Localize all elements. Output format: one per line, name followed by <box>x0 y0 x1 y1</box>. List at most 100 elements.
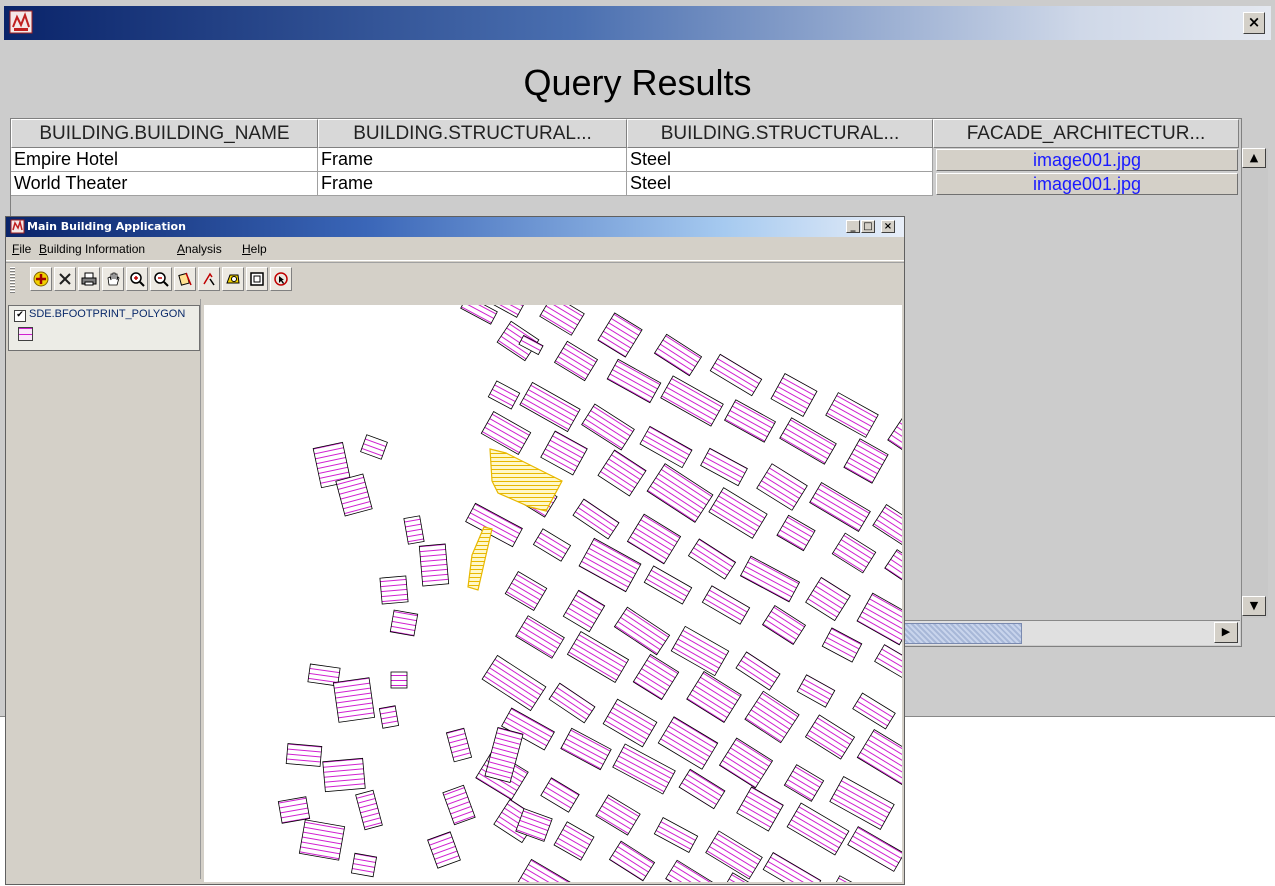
menu-help[interactable]: Help <box>242 241 267 257</box>
building-footprint[interactable] <box>686 671 742 723</box>
building-footprint[interactable] <box>665 859 715 882</box>
add-layer-button[interactable] <box>30 267 52 291</box>
building-footprint[interactable] <box>553 821 595 861</box>
building-footprint[interactable] <box>460 305 498 325</box>
query-results-title-bar[interactable]: × <box>4 6 1271 40</box>
building-footprint[interactable] <box>562 589 606 633</box>
building-footprint[interactable] <box>612 743 676 795</box>
building-footprint[interactable] <box>687 538 737 580</box>
building-footprint[interactable] <box>335 473 373 517</box>
print-button[interactable] <box>78 267 100 291</box>
column-header-structural-2[interactable]: BUILDING.STRUCTURAL... <box>627 119 933 148</box>
building-footprint[interactable] <box>445 727 473 763</box>
close-button[interactable]: × <box>881 220 895 233</box>
building-footprint[interactable] <box>572 498 620 540</box>
building-footprint[interactable] <box>481 654 547 712</box>
full-extent-button[interactable] <box>246 267 268 291</box>
map-view[interactable] <box>204 305 902 882</box>
facade-image-link[interactable]: image001.jpg <box>936 173 1238 195</box>
building-footprint[interactable] <box>809 482 871 532</box>
table-cell-name[interactable]: World Theater <box>11 172 318 196</box>
building-footprint[interactable] <box>597 449 647 497</box>
building-footprint[interactable] <box>653 817 699 853</box>
column-header-structural-1[interactable]: BUILDING.STRUCTURAL... <box>318 119 627 148</box>
building-footprint[interactable] <box>887 411 902 459</box>
building-footprint[interactable] <box>355 789 383 831</box>
building-footprint[interactable] <box>700 447 748 487</box>
building-footprint[interactable] <box>540 430 588 476</box>
building-footprint[interactable] <box>657 716 719 770</box>
building-footprint[interactable] <box>762 851 822 882</box>
building-footprint[interactable] <box>736 786 784 832</box>
building-footprint[interactable] <box>821 627 863 663</box>
building-footprint[interactable] <box>597 312 643 358</box>
building-footprint[interactable] <box>360 434 388 460</box>
building-footprint[interactable] <box>723 399 777 443</box>
building-footprint[interactable] <box>872 503 902 551</box>
building-footprint[interactable] <box>805 576 851 622</box>
building-footprint[interactable] <box>595 794 641 836</box>
building-footprint[interactable] <box>548 682 596 724</box>
building-footprint[interactable] <box>884 549 902 597</box>
column-header-building-name[interactable]: BUILDING.BUILDING_NAME <box>11 119 318 148</box>
select-button[interactable] <box>198 267 220 291</box>
selected-building-footprint[interactable] <box>467 526 493 591</box>
scroll-up-button[interactable]: ▲ <box>1242 148 1266 168</box>
building-footprint[interactable] <box>852 692 896 730</box>
close-button[interactable]: × <box>1243 12 1265 34</box>
maximize-button[interactable]: □ <box>861 220 875 233</box>
building-footprint[interactable] <box>560 727 612 771</box>
building-footprint[interactable] <box>770 373 818 417</box>
building-footprint[interactable] <box>639 425 693 469</box>
building-footprint[interactable] <box>783 764 825 802</box>
building-footprint[interactable] <box>705 830 763 880</box>
building-footprint[interactable] <box>847 826 902 872</box>
building-footprint[interactable] <box>532 528 572 562</box>
building-footprint[interactable] <box>350 852 378 878</box>
building-footprint[interactable] <box>646 463 714 523</box>
building-footprint[interactable] <box>856 728 902 786</box>
building-footprint[interactable] <box>277 796 311 824</box>
table-cell-structural-2[interactable]: Steel <box>627 148 933 172</box>
building-footprint[interactable] <box>515 615 565 659</box>
building-footprint[interactable] <box>796 674 836 708</box>
building-footprint[interactable] <box>504 571 548 611</box>
table-cell-structural-1[interactable]: Frame <box>318 148 627 172</box>
pan-button[interactable] <box>102 267 124 291</box>
building-footprint[interactable] <box>566 630 630 684</box>
building-footprint[interactable] <box>843 438 889 484</box>
building-footprint[interactable] <box>540 777 580 813</box>
building-footprint[interactable] <box>632 653 680 701</box>
delete-button[interactable] <box>54 267 76 291</box>
zoom-in-button[interactable] <box>126 267 148 291</box>
building-footprint[interactable] <box>403 515 425 545</box>
building-footprint[interactable] <box>856 592 902 646</box>
building-footprint[interactable] <box>418 543 450 587</box>
building-footprint[interactable] <box>606 358 662 404</box>
building-footprint[interactable] <box>602 698 658 748</box>
building-footprint[interactable] <box>670 625 730 677</box>
menu-analysis[interactable]: Analysis <box>177 241 222 257</box>
layer-visibility-checkbox[interactable]: ✔ <box>14 310 26 322</box>
menu-file[interactable]: File <box>12 241 31 257</box>
building-footprint[interactable] <box>539 305 585 336</box>
building-footprint[interactable] <box>776 514 816 552</box>
building-footprint[interactable] <box>718 737 774 789</box>
building-footprint[interactable] <box>786 802 850 856</box>
building-footprint[interactable] <box>829 776 895 830</box>
building-footprint[interactable] <box>553 340 599 382</box>
building-footprint[interactable] <box>390 671 408 689</box>
horizontal-scroll-thumb[interactable] <box>900 623 1022 644</box>
building-footprint[interactable] <box>427 831 461 869</box>
scroll-right-button[interactable]: ▶ <box>1214 622 1238 643</box>
building-footprint[interactable] <box>487 380 521 410</box>
building-footprint[interactable] <box>578 537 642 593</box>
query-button[interactable] <box>222 267 244 291</box>
building-footprint[interactable] <box>874 644 902 686</box>
building-footprint[interactable] <box>831 532 877 574</box>
facade-image-link[interactable]: image001.jpg <box>936 149 1238 171</box>
building-footprint[interactable] <box>779 417 837 465</box>
building-footprint[interactable] <box>827 875 873 882</box>
building-footprint[interactable] <box>678 768 726 810</box>
building-footprint[interactable] <box>389 609 419 637</box>
